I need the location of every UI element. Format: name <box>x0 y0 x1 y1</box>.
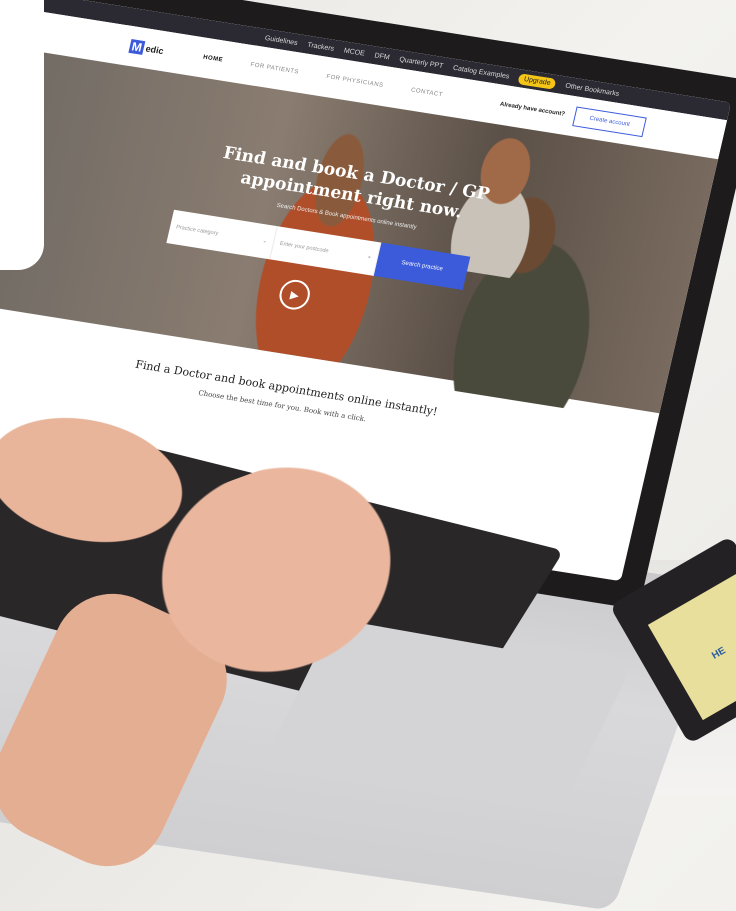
bookmark-guidelines[interactable]: Guidelines <box>264 34 298 46</box>
nav-link-for-patients[interactable]: FOR PATIENTS <box>250 62 300 75</box>
nav-link-for-physicians[interactable]: FOR PHYSICIANS <box>326 74 384 89</box>
bookmark-quarterly-ppt[interactable]: Quarterly PPT <box>399 56 444 70</box>
create-account-button[interactable]: Create account <box>572 106 647 138</box>
bookmark-trackers[interactable]: Trackers <box>307 41 335 52</box>
top-left-white-panel <box>0 0 44 270</box>
upgrade-button[interactable]: Upgrade <box>517 72 557 90</box>
bookmark-mcoe[interactable]: MCOE <box>343 47 365 57</box>
location-icon: ⌖ <box>367 254 372 261</box>
logo-mark: M <box>128 39 146 55</box>
account-question: Already have account? <box>499 101 566 118</box>
bookmark-dfm[interactable]: DFM <box>374 52 391 61</box>
site-logo[interactable]: M edic <box>128 39 165 58</box>
nav-link-home[interactable]: HOME <box>202 55 223 64</box>
postcode-placeholder: Enter your postcode <box>279 240 330 255</box>
practice-category-placeholder: Practice category <box>175 224 219 237</box>
nav-link-contact[interactable]: CONTACT <box>410 87 443 98</box>
chevron-down-icon: ⌄ <box>261 238 268 245</box>
logo-text: edic <box>144 43 165 57</box>
